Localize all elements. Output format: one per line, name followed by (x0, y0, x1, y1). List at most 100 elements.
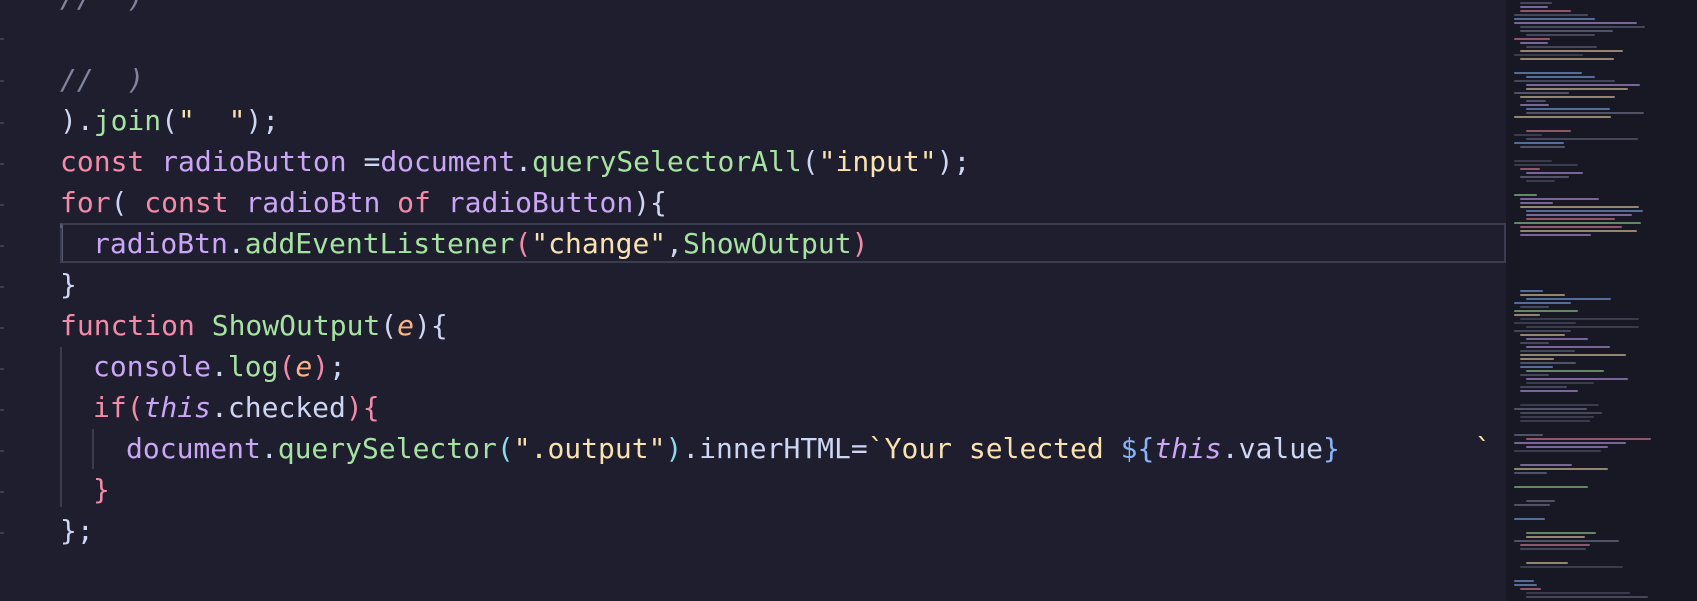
code-token: ShowOutput (683, 227, 852, 260)
minimap-line (1526, 84, 1640, 86)
minimap-line (1514, 468, 1608, 470)
minimap-line (1514, 164, 1578, 166)
minimap[interactable] (1506, 0, 1697, 601)
minimap-line (1514, 194, 1537, 196)
minimap-line (1520, 464, 1572, 466)
code-token: . (211, 350, 228, 383)
minimap-line (1526, 562, 1568, 564)
code-token: , (666, 227, 684, 260)
minimap-line (1520, 412, 1602, 414)
minimap-line (1514, 54, 1583, 56)
minimap-line (1520, 6, 1548, 8)
minimap-line (1514, 142, 1564, 144)
code-line[interactable]: console.log(e); (93, 347, 346, 387)
code-line[interactable]: document.querySelector(".output").innerH… (126, 429, 1492, 469)
minimap-line (1526, 370, 1604, 372)
code-token: } (60, 268, 77, 301)
minimap-line (1514, 434, 1543, 436)
minimap-line (1514, 408, 1587, 410)
code-line[interactable]: // ) (60, 60, 144, 100)
minimap-line (1526, 88, 1628, 90)
code-line[interactable]: const radioButton =document.querySelecto… (60, 142, 970, 182)
code-token: addEventListener (244, 227, 515, 260)
minimap-line (1514, 330, 1571, 332)
minimap-line (1520, 318, 1639, 320)
code-token: radioBtn (93, 227, 228, 260)
code-token: ) (312, 350, 330, 383)
code-token: this (143, 391, 212, 424)
minimap-line (1520, 10, 1571, 12)
minimap-line (1514, 160, 1552, 162)
code-token: querySelector (277, 432, 497, 465)
code-line[interactable]: radioBtn.addEventListener("change",ShowO… (93, 224, 868, 264)
code-token: ){ (633, 186, 667, 219)
code-token: .value (1221, 432, 1323, 465)
minimap-line (1526, 596, 1648, 598)
code-line[interactable]: ).join(" "); (60, 101, 279, 141)
code-token: console (93, 350, 212, 383)
code-line[interactable]: function ShowOutput(e){ (60, 306, 448, 346)
code-token: { (362, 391, 380, 424)
code-token: document (380, 145, 516, 178)
minimap-line (1526, 338, 1588, 340)
minimap-line (1514, 322, 1576, 324)
minimap-line (1514, 222, 1641, 224)
minimap-line (1520, 358, 1554, 360)
code-token: ; (329, 350, 346, 383)
indent-guide (92, 429, 94, 469)
minimap-line (1526, 108, 1610, 110)
minimap-line (1526, 500, 1555, 502)
code-line[interactable]: } (60, 265, 77, 305)
minimap-line (1514, 116, 1611, 118)
minimap-line (1520, 26, 1645, 28)
minimap-line (1526, 532, 1596, 534)
minimap-line (1520, 294, 1565, 296)
code-token: ) (665, 432, 683, 465)
minimap-line (1526, 172, 1583, 174)
gutter-mark (0, 286, 4, 288)
code-token: } (93, 473, 110, 506)
code-token: ( (161, 104, 179, 137)
minimap-line (1526, 326, 1639, 328)
code-token: // ) (60, 63, 145, 96)
code-token: ${ (1120, 432, 1155, 465)
minimap-line (1526, 100, 1546, 102)
code-token: `Your selected (867, 432, 1121, 465)
minimap-line (1514, 472, 1547, 474)
minimap-line (1520, 588, 1541, 590)
minimap-line (1514, 310, 1578, 312)
code-editor[interactable]: // ) // ) ).join(" ");const radioButton =d… (0, 0, 1506, 601)
minimap-line (1520, 30, 1613, 32)
minimap-line (1520, 146, 1565, 148)
code-line[interactable]: // ) (60, 0, 144, 18)
code-line[interactable]: }; (60, 511, 94, 551)
code-line[interactable]: } (93, 470, 110, 510)
minimap-line (1520, 404, 1599, 406)
code-token: e (295, 350, 313, 383)
gutter-mark (0, 80, 4, 82)
minimap-line (1526, 210, 1643, 212)
minimap-line (1526, 34, 1595, 36)
minimap-line (1514, 18, 1595, 20)
code-token: log (227, 350, 279, 383)
code-token: . (260, 432, 278, 465)
code-token: . (227, 227, 245, 260)
code-line[interactable]: if(this.checked){ (93, 388, 380, 428)
code-token: ".output" (513, 432, 666, 465)
minimap-line (1514, 518, 1545, 520)
minimap-line (1520, 342, 1549, 344)
minimap-line (1514, 504, 1550, 506)
code-token: } (1322, 432, 1340, 465)
minimap-line (1520, 234, 1591, 236)
code-token: document (126, 432, 261, 465)
code-token: ShowOutput (211, 309, 381, 342)
minimap-line (1526, 378, 1628, 380)
code-token: if (93, 391, 127, 424)
minimap-line (1526, 46, 1597, 48)
code-token: ). (60, 104, 94, 137)
code-token: for (60, 186, 111, 219)
minimap-line (1520, 50, 1623, 52)
minimap-line (1520, 168, 1540, 170)
code-line[interactable]: for( const radioBtn of radioButton){ (60, 183, 667, 223)
